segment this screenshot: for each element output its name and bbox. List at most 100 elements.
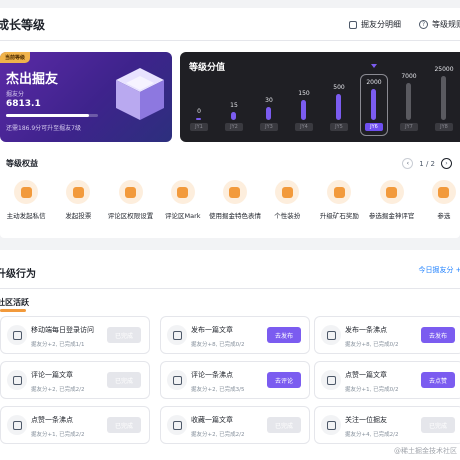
shirt-icon	[275, 180, 300, 204]
header-links: 掘友分明细 ? 等级规则	[349, 19, 460, 30]
star-icon	[167, 415, 187, 435]
level-column: 25000 JY8	[433, 52, 455, 142]
crown-icon	[379, 180, 404, 204]
task-action-button: 已完成	[107, 372, 141, 388]
mail-icon	[14, 180, 39, 204]
level-score-bar	[196, 118, 201, 120]
level-badge: JY2	[225, 123, 243, 131]
level-badge: JY7	[400, 123, 418, 131]
level-rules-link[interactable]: ? 等级规则	[419, 19, 460, 30]
divider	[0, 40, 460, 41]
level-column: 150 JY4	[293, 52, 315, 142]
thumbs-up-icon	[321, 370, 341, 390]
article-icon	[167, 325, 187, 345]
task-item: 移动端每日登录访问 掘友分+2, 已完成1/1 已完成	[0, 316, 150, 354]
follow-icon	[321, 415, 341, 435]
badge-icon	[431, 180, 456, 204]
task-progress: 掘友分+2, 已完成1/1	[31, 342, 85, 348]
level-score-bar	[336, 94, 341, 120]
level-score-value: 0	[197, 108, 201, 115]
level-column: 7000 JY7	[398, 52, 420, 142]
right-item-label: 参选掘金神评官	[368, 212, 415, 220]
task-action-button: 已完成	[107, 327, 141, 343]
emoji-icon	[222, 180, 247, 204]
score-detail-link[interactable]: 掘友分明细	[349, 19, 401, 30]
level-score-bar	[266, 106, 271, 120]
task-progress: 掘友分+4, 已完成2/2	[345, 432, 399, 438]
right-item[interactable]: 评论区Mark	[157, 180, 209, 221]
task-action-button[interactable]: 去发布	[421, 327, 455, 343]
right-item[interactable]: 参选	[418, 180, 460, 221]
right-item-label: 主动发起私信	[6, 212, 46, 220]
database-icon	[349, 20, 357, 29]
task-item: 发布一条沸点掘友分+8, 已完成0/2 去发布	[314, 316, 460, 354]
page-title: 成长等级	[0, 18, 46, 32]
task-progress: 掘友分+2, 已完成3/5	[191, 387, 245, 393]
task-name: 移动端每日登录访问	[31, 326, 94, 334]
task-name: 点赞一条沸点	[31, 416, 73, 424]
level-progress-bar	[6, 114, 98, 117]
today-score-link[interactable]: 今日掘友分 +2	[418, 265, 460, 275]
task-progress: 掘友分+1, 已完成2/2	[31, 432, 85, 438]
current-level-card: 当前等级 杰出掘友 掘友分 6813.1 还需186.9分可升至掘友7级	[0, 52, 172, 142]
score-label: 掘友分	[6, 91, 25, 98]
task-item: 评论一篇文章 掘友分+2, 已完成2/2 已完成	[0, 361, 150, 399]
right-item[interactable]: 主动发起私信	[0, 180, 52, 221]
task-action-button[interactable]: 去发布	[267, 327, 301, 343]
rights-pager: ‹ 1 / 2 ›	[402, 158, 452, 169]
level-score-value: 15	[230, 102, 238, 110]
task-item: 收藏一篇文章 掘友分+2, 已完成2/2 已完成	[160, 406, 310, 444]
watermark: @稀土掘金技术社区	[394, 447, 457, 455]
growth-level-page: 成长等级 掘友分明细 ? 等级规则 当前等级 杰出掘友 掘友分 6813.1 还…	[0, 0, 460, 460]
tasks-title: 升级行为	[0, 269, 36, 280]
task-action-button: 已完成	[107, 417, 141, 433]
level-progress-fill	[6, 114, 89, 117]
help-circle-icon: ?	[419, 20, 428, 29]
task-name: 评论一条沸点	[191, 371, 233, 379]
right-item[interactable]: 个性装扮	[261, 180, 313, 221]
growth-level-card: 成长等级 掘友分明细 ? 等级规则 当前等级 杰出掘友 掘友分 6813.1 还…	[0, 8, 460, 238]
score-value: 6813.1	[6, 99, 41, 109]
task-name: 收藏一篇文章	[191, 416, 233, 424]
current-level-tag: 当前等级	[0, 52, 31, 63]
vote-icon	[66, 180, 91, 204]
comment-pin-icon	[167, 370, 187, 390]
level-score-panel: 等级分值 0 JY1 15 JY2 30 JY3 150 JY4 500 JY5 2000 JY6 70…	[180, 52, 460, 142]
task-item: 发布一篇文章 掘友分+8, 已完成0/2 去发布	[160, 316, 310, 354]
task-progress: 掘友分+8, 已完成0/2	[191, 342, 245, 348]
task-name: 发布一条沸点	[345, 326, 387, 334]
right-item[interactable]: 参选掘金神评官	[366, 180, 418, 221]
rights-list: 主动发起私信 发起投票 评论区权限设置 评论区Mark 使用掘金特色表情 个性装扮 升级矿石…	[0, 180, 460, 221]
level-score-bar	[441, 76, 446, 120]
level-score-value: 500	[333, 84, 345, 92]
task-progress: 掘友分+8, 已完成0/2	[345, 342, 399, 348]
right-item-label: 发起投票	[65, 212, 92, 220]
chevron-left-icon[interactable]: ‹	[402, 158, 414, 169]
right-item[interactable]: 升级矿石奖励	[313, 180, 365, 221]
level-score-value: 25000	[434, 66, 454, 73]
task-action-button[interactable]: 去点赞	[421, 372, 455, 388]
tab-community-active[interactable]: 社区活跃	[0, 297, 29, 308]
level-score-bar	[231, 112, 236, 120]
rights-page-indicator: 1 / 2	[419, 159, 435, 168]
task-name: 评论一篇文章	[31, 371, 73, 379]
task-action-button[interactable]: 去评论	[267, 372, 301, 388]
pin-icon	[321, 325, 341, 345]
right-item[interactable]: 使用掘金特色表情	[209, 180, 261, 221]
task-name: 点赞一篇文章	[345, 371, 387, 379]
chevron-right-icon[interactable]: ›	[441, 158, 452, 169]
task-action-button: 已完成	[421, 417, 455, 433]
task-item: 评论一条沸点掘友分+2, 已完成3/5 去评论	[160, 361, 310, 399]
login-icon	[7, 325, 27, 345]
level-badge: JY8	[435, 123, 453, 131]
right-item-label: 评论区权限设置	[107, 212, 154, 220]
right-item[interactable]: 评论区权限设置	[104, 180, 156, 221]
right-item[interactable]: 发起投票	[52, 180, 104, 221]
comment-icon	[7, 370, 27, 390]
level-badge: JY6	[365, 123, 383, 131]
level-cube-icon	[116, 68, 164, 120]
level-column: 500 JY5	[328, 52, 350, 142]
level-badge: JY4	[295, 123, 313, 131]
score-detail-label: 掘友分明细	[361, 20, 401, 29]
right-item-label: 使用掘金特色表情	[208, 212, 261, 220]
